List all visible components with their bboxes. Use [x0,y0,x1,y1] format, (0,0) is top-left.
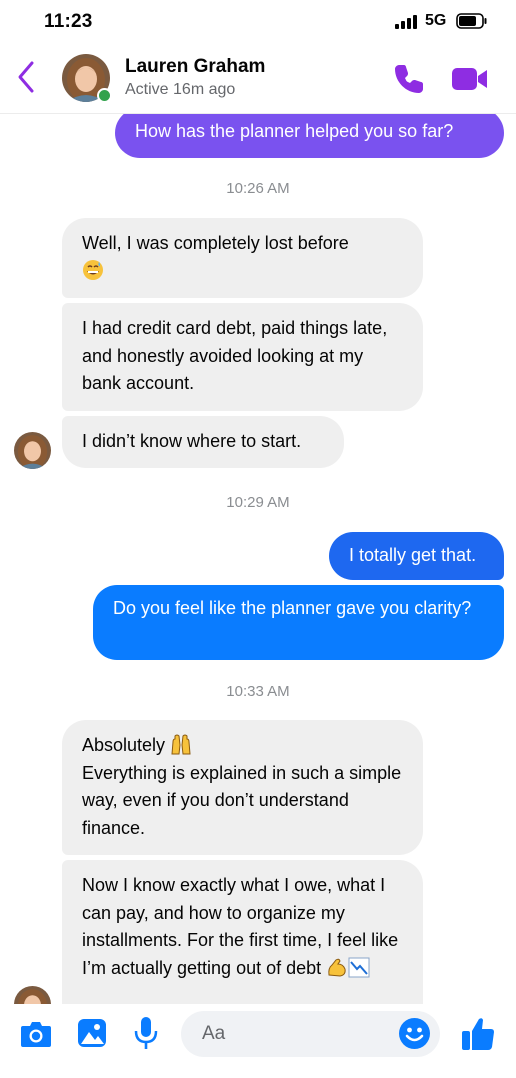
status-time: 11:23 [44,11,93,32]
battery-icon [456,13,487,29]
timestamp: 10:33 AM [226,683,290,700]
gallery-icon[interactable] [77,1018,107,1048]
chart-decreasing-emoji-icon [348,957,370,977]
chat-header: Lauren Graham Active 16m ago [0,48,516,114]
message-text: How has the planner helped you so far? [135,121,454,141]
message-composer [0,1004,516,1078]
outgoing-message[interactable]: Do you feel like the planner gave you cl… [93,585,504,660]
raising-hands-emoji-icon [171,734,191,755]
timestamp: 10:29 AM [226,494,290,511]
message-thread: How has the planner helped you so far? 1… [0,114,516,1004]
message-text: Well, I was completely lost before [82,233,349,253]
incoming-message[interactable]: I didn’t know where to start. [62,416,344,468]
thumbs-up-icon[interactable] [461,1016,495,1052]
incoming-message[interactable]: Now I know exactly what I owe, what I ca… [62,860,423,1004]
incoming-message[interactable]: I had credit card debt, paid things late… [62,303,423,411]
sender-avatar[interactable] [14,432,51,469]
message-text: I had credit card debt, paid things late… [82,318,388,393]
timestamp: 10:26 AM [226,180,290,197]
message-text: Do you feel like the planner gave you cl… [113,598,472,618]
flexed-biceps-emoji-icon [328,958,346,977]
message-text: Everything is explained in such a simple… [82,762,402,838]
sender-avatar[interactable] [14,986,51,1004]
video-call-icon[interactable] [451,63,489,95]
status-bar: 11:23 5G [0,0,516,48]
incoming-message[interactable]: Absolutely Everything is explained in su… [62,720,423,855]
message-text: I totally get that. [349,545,477,565]
grinning-sweat-emoji-icon [83,259,103,280]
outgoing-message[interactable]: I totally get that. [329,532,504,580]
phone-call-icon[interactable] [391,61,427,97]
contact-name[interactable]: Lauren Graham [125,56,265,78]
contact-status: Active 16m ago [125,81,236,98]
emoji-icon[interactable] [398,1017,431,1050]
network-type: 5G [425,12,447,29]
signal-icon [395,15,417,29]
message-text: Absolutely [82,735,166,755]
outgoing-message[interactable]: How has the planner helped you so far? [115,114,504,158]
camera-icon[interactable] [20,1020,52,1048]
online-status-dot [97,88,112,103]
microphone-icon[interactable] [133,1016,159,1050]
incoming-message[interactable]: Well, I was completely lost before [62,218,423,298]
back-arrow-icon[interactable] [14,60,38,94]
message-text: I didn’t know where to start. [82,431,302,451]
